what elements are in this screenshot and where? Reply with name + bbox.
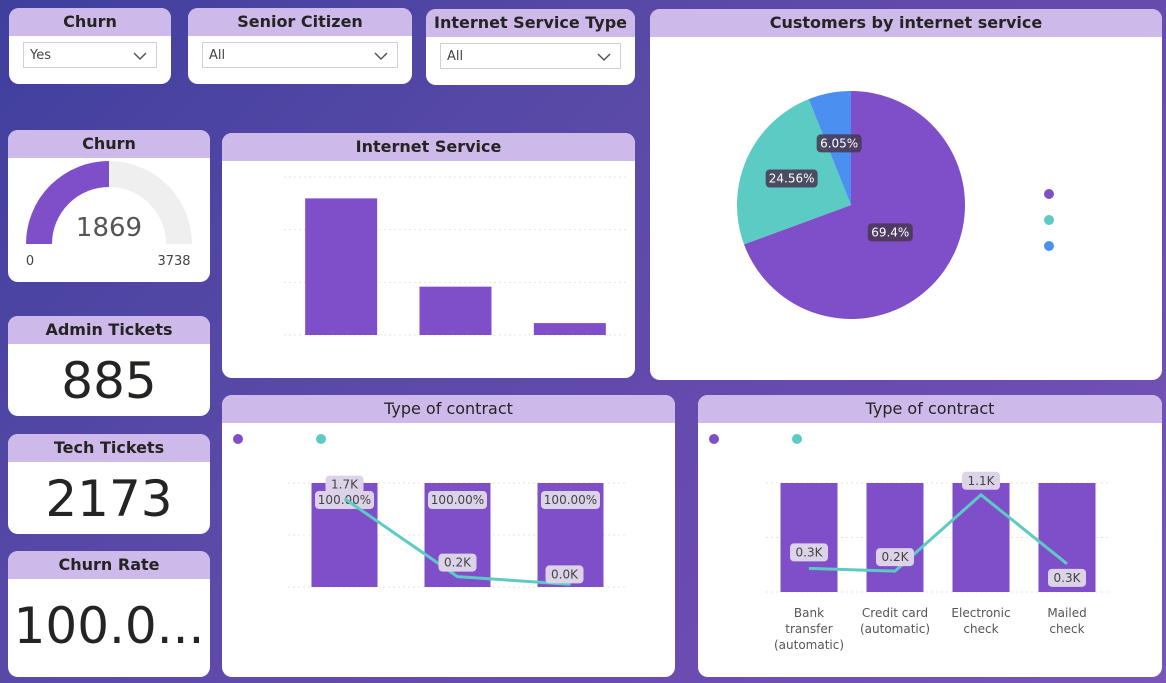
gauge-min-label: 0 — [26, 254, 34, 269]
tech-tickets-value: 2173 — [45, 470, 173, 528]
chart-title: Type of contract — [698, 395, 1162, 423]
chart-title: Type of contract — [222, 395, 675, 423]
legend-swatch — [1044, 241, 1054, 251]
churn-gauge-card: Churn 1869 0 3738 — [8, 130, 210, 282]
tech-tickets-card: Tech Tickets 2173 — [8, 434, 210, 534]
line-data-label: 0.0K — [551, 567, 579, 581]
line-data-label: 1.1K — [968, 474, 996, 488]
line-data-label: 0.3K — [1054, 571, 1082, 585]
payment-method-combo-chart: Type of contract 0.3K 0.2K 1.1K 0.3K Bank tra… — [698, 395, 1162, 677]
bar-data-label: 100.00% — [431, 493, 484, 507]
slicer-title: Churn — [9, 8, 171, 36]
bar — [305, 198, 378, 335]
legend-swatch — [792, 434, 802, 444]
gauge-value: 1869 — [76, 213, 142, 243]
internet-service-pie-chart: 69.4% 24.56% 6.05% — [737, 91, 1054, 320]
card-title: Admin Tickets — [8, 316, 210, 344]
customers-by-internet-service-chart: Customers by internet service 69.4% 24.56… — [650, 9, 1162, 380]
x-tick-label: Mailed check — [1047, 606, 1086, 636]
line-data-label: 0.2K — [444, 556, 472, 570]
pie-data-label: 6.05% — [820, 136, 858, 150]
bar — [780, 483, 838, 592]
dropdown-value: All — [209, 48, 226, 63]
line-data-label: 0.2K — [882, 550, 910, 564]
chart-title: Internet Service — [222, 133, 635, 161]
bar — [419, 286, 492, 335]
contract-combo-chart: Type of contract 100.00% 100.00% 100.00% 1.… — [222, 395, 675, 677]
churn-slicer: Churn Yes — [9, 8, 171, 84]
gauge-max-label: 3738 — [157, 254, 190, 269]
gauge-title: Churn — [8, 130, 210, 158]
dropdown-value: Yes — [30, 48, 51, 63]
x-tick-label: Credit card (automatic) — [860, 606, 930, 636]
legend-swatch — [1044, 189, 1054, 199]
contract-combo-svg: 100.00% 100.00% 100.00%1.7K0.2K0.0K — [233, 434, 627, 588]
line-data-label: 1.7K — [331, 478, 359, 492]
chart-title: Customers by internet service — [650, 9, 1162, 37]
legend-swatch — [233, 434, 243, 444]
legend-swatch — [709, 434, 719, 444]
admin-tickets-card: Admin Tickets 885 — [8, 316, 210, 416]
churn-rate-card: Churn Rate 100.0... — [8, 551, 210, 677]
chevron-down-icon — [597, 53, 611, 62]
senior-citizen-slicer: Senior Citizen All — [188, 8, 412, 84]
x-tick-label: Electronic check — [951, 606, 1010, 636]
churn-gauge: 1869 0 3738 — [26, 161, 192, 269]
chevron-down-icon — [133, 52, 147, 61]
internet-service-chart: Internet Service — [222, 133, 635, 378]
churn-dropdown[interactable]: Yes — [23, 42, 157, 68]
legend-swatch — [1044, 215, 1054, 225]
dropdown-value: All — [447, 49, 464, 64]
chevron-down-icon — [374, 52, 388, 61]
internet-service-bar-chart — [284, 176, 627, 336]
bar — [533, 323, 606, 335]
slicer-title: Internet Service Type — [426, 9, 635, 37]
bar-data-label: 100.00% — [544, 493, 597, 507]
bar — [866, 483, 924, 592]
senior-citizen-dropdown[interactable]: All — [202, 42, 398, 68]
bar — [952, 483, 1010, 592]
line-series — [808, 492, 1068, 573]
line-data-label: 0.3K — [796, 545, 824, 559]
internet-service-slicer: Internet Service Type All — [426, 9, 635, 85]
pie-data-label: 24.56% — [769, 172, 815, 186]
payment-method-combo-svg: 0.3K 0.2K 1.1K 0.3K Bank transfer (automatic) C… — [709, 434, 1110, 652]
legend-swatch — [316, 434, 326, 444]
slicer-title: Senior Citizen — [188, 8, 412, 36]
card-title: Tech Tickets — [8, 434, 210, 462]
admin-tickets-value: 885 — [61, 352, 157, 410]
churn-rate-value: 100.0... — [13, 597, 205, 655]
card-title: Churn Rate — [8, 551, 210, 579]
x-tick-label: Bank transfer (automatic) — [774, 606, 844, 652]
internet-service-dropdown[interactable]: All — [440, 43, 621, 69]
pie-data-label: 69.4% — [871, 225, 909, 239]
